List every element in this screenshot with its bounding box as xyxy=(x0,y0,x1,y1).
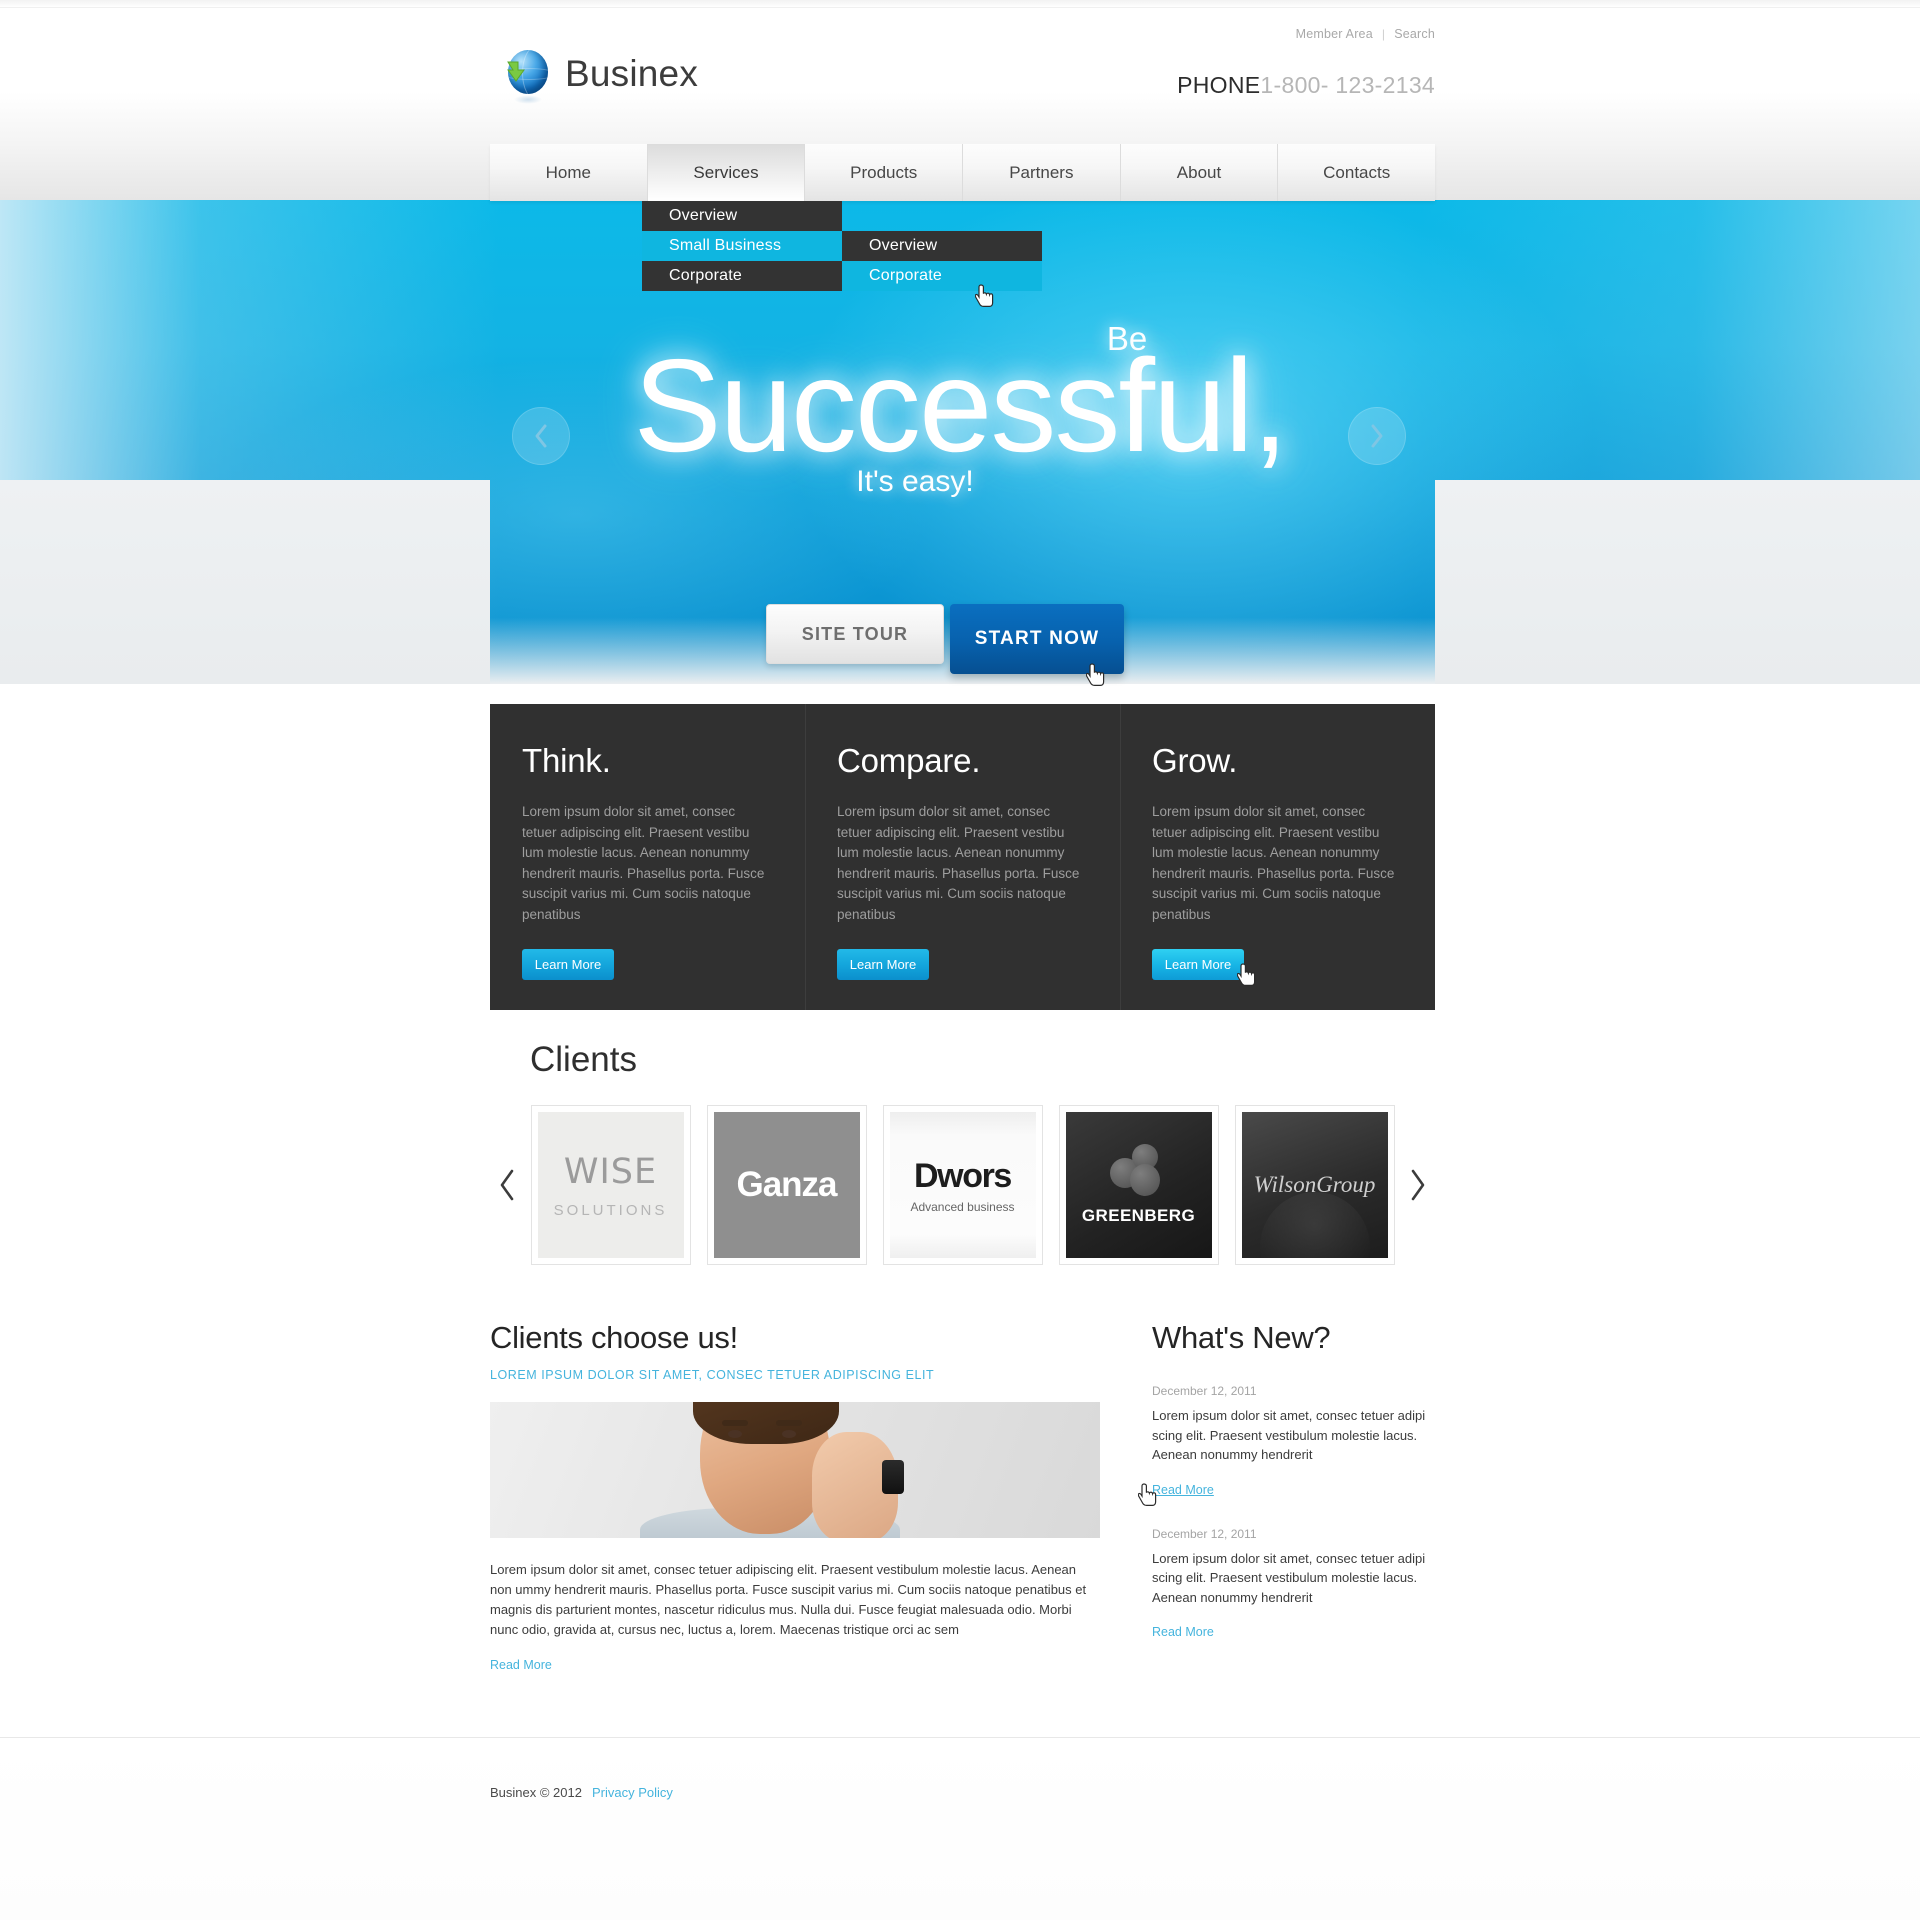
client-logo-name: GREENBERG xyxy=(1081,1206,1196,1225)
main-navigation[interactable]: Home Services Products Partners About Co… xyxy=(490,144,1436,201)
small-business-submenu[interactable]: Overview Corporate xyxy=(842,231,1042,291)
utility-bar: Member Area | Search xyxy=(1296,27,1435,41)
article-column: Clients choose us! LOREM IPSUM DOLOR SIT… xyxy=(490,1320,1100,1674)
nav-item-about[interactable]: About xyxy=(1120,144,1279,201)
client-logo-name: WISE xyxy=(563,1151,658,1192)
utility-separator: | xyxy=(1381,27,1386,41)
feature-column-think: Think. Lorem ipsum dolor sit amet, conse… xyxy=(490,704,805,1010)
footer: Businex © 2012 Privacy Policy xyxy=(490,1785,673,1800)
nav-item-partners[interactable]: Partners xyxy=(963,144,1121,201)
nav-item-contacts[interactable]: Contacts xyxy=(1278,144,1436,201)
clients-carousel: WISE SOLUTIONS Ganza Dwors Advanced busi… xyxy=(490,1100,1435,1270)
dropdown-item-corporate[interactable]: Corporate xyxy=(642,261,842,291)
submenu-item-corporate[interactable]: Corporate xyxy=(842,261,1042,291)
feature-column-grow: Grow. Lorem ipsum dolor sit amet, consec… xyxy=(1120,704,1435,1010)
brand-name: Businex xyxy=(565,53,699,94)
submenu-item-overview[interactable]: Overview xyxy=(842,231,1042,261)
feature-text-compare: Lorem ipsum dolor sit amet, consec tetue… xyxy=(837,804,1080,922)
feature-column-compare: Compare. Lorem ipsum dolor sit amet, con… xyxy=(805,704,1120,1010)
client-logo-dwors[interactable]: Dwors Advanced business xyxy=(882,1105,1043,1265)
green-arrow-icon xyxy=(507,61,525,82)
news-column: What's New? December 12, 2011 Lorem ipsu… xyxy=(1152,1320,1435,1674)
news-read-more-link[interactable]: Read More xyxy=(1152,1483,1214,1497)
nav-item-home[interactable]: Home xyxy=(490,144,648,201)
feature-title-think: Think. xyxy=(522,742,611,779)
feature-title-grow: Grow. xyxy=(1152,742,1238,779)
article-photo xyxy=(490,1402,1100,1538)
news-title: What's New? xyxy=(1152,1320,1331,1355)
start-now-button[interactable]: START NOW xyxy=(950,604,1124,674)
article-read-more-link[interactable]: Read More xyxy=(490,1658,552,1672)
feature-text-grow: Lorem ipsum dolor sit amet, consec tetue… xyxy=(1152,804,1395,922)
dropdown-item-small-business[interactable]: Small Business xyxy=(642,231,842,261)
client-logo-tagline: SOLUTIONS xyxy=(553,1201,668,1219)
article-body: Lorem ipsum dolor sit amet, consec tetue… xyxy=(490,1562,1087,1637)
client-logo-name: Ganza xyxy=(736,1165,837,1204)
client-logo-tagline: Advanced business xyxy=(910,1199,1015,1214)
site-logo[interactable]: Businex xyxy=(505,50,699,104)
article-title: Clients choose us! xyxy=(490,1320,738,1355)
learn-more-button-think[interactable]: Learn More xyxy=(522,949,614,980)
globe-icon xyxy=(505,50,551,104)
news-date: December 12, 2011 xyxy=(1152,1384,1257,1398)
news-body: Lorem ipsum dolor sit amet, consec tetue… xyxy=(1152,1408,1426,1462)
chevron-right-icon xyxy=(1411,1169,1425,1201)
privacy-policy-link[interactable]: Privacy Policy xyxy=(592,1785,673,1800)
client-logo-list: WISE SOLUTIONS Ganza Dwors Advanced busi… xyxy=(524,1105,1401,1265)
nav-item-services[interactable]: Services xyxy=(647,144,806,201)
services-dropdown[interactable]: Overview Small Business Corporate Overvi… xyxy=(642,201,1042,291)
feature-title-compare: Compare. xyxy=(837,742,981,779)
chevron-right-icon xyxy=(1371,424,1383,448)
feature-text-think: Lorem ipsum dolor sit amet, consec tetue… xyxy=(522,804,765,922)
hero-headline: Successful, xyxy=(633,332,1289,479)
search-link[interactable]: Search xyxy=(1394,27,1435,41)
nav-item-products[interactable]: Products xyxy=(805,144,964,201)
learn-more-button-compare[interactable]: Learn More xyxy=(837,949,929,980)
page-root: Member Area | Search Businex PHONE1-800-… xyxy=(0,0,1920,1920)
greenberg-blobs-icon xyxy=(1109,1144,1168,1196)
site-tour-button[interactable]: SITE TOUR xyxy=(766,604,944,664)
footer-copyright: Businex © 2012 xyxy=(490,1785,582,1800)
phone-block: PHONE1-800- 123-2134 xyxy=(1177,72,1435,99)
footer-background xyxy=(0,1738,1920,1920)
clients-next-button[interactable] xyxy=(1401,1168,1435,1202)
hero-prev-button[interactable] xyxy=(512,407,570,465)
phone-label: PHONE xyxy=(1177,72,1261,98)
client-logo-ganza[interactable]: Ganza xyxy=(706,1105,867,1265)
article-subtitle: LOREM IPSUM DOLOR SIT AMET, CONSEC TETUE… xyxy=(490,1368,935,1382)
clients-heading: Clients xyxy=(530,1040,637,1079)
phone-number: 1-800- 123-2134 xyxy=(1260,72,1435,98)
client-logo-greenberg[interactable]: GREENBERG xyxy=(1058,1105,1219,1265)
client-logo-wilsongroup[interactable]: WilsonGroup xyxy=(1234,1105,1395,1265)
features-section: Think. Lorem ipsum dolor sit amet, conse… xyxy=(490,704,1435,1010)
footer-divider xyxy=(0,1737,1920,1738)
client-logo-name: Dwors xyxy=(914,1156,1012,1195)
learn-more-button-grow[interactable]: Learn More xyxy=(1152,949,1244,980)
clients-prev-button[interactable] xyxy=(490,1168,524,1202)
hero-cta-group: SITE TOUR START NOW xyxy=(0,604,1905,674)
chevron-left-icon xyxy=(535,424,547,448)
news-body: Lorem ipsum dolor sit amet, consec tetue… xyxy=(1152,1550,1426,1605)
member-area-link[interactable]: Member Area xyxy=(1296,27,1373,41)
client-logo-wise[interactable]: WISE SOLUTIONS xyxy=(530,1105,691,1265)
news-item: December 12, 2011 Lorem ipsum dolor sit … xyxy=(1152,1384,1435,1499)
news-item: December 12, 2011 Lorem ipsum dolor sit … xyxy=(1152,1527,1435,1642)
news-date: December 12, 2011 xyxy=(1152,1526,1257,1541)
hero-subtitle: It's easy! xyxy=(856,465,974,498)
hero-next-button[interactable] xyxy=(1348,407,1406,465)
dropdown-item-overview[interactable]: Overview xyxy=(642,201,842,231)
chevron-left-icon xyxy=(500,1169,514,1201)
lower-content: Clients choose us! LOREM IPSUM DOLOR SIT… xyxy=(490,1320,1435,1674)
news-read-more-link[interactable]: Read More xyxy=(1152,1625,1214,1639)
